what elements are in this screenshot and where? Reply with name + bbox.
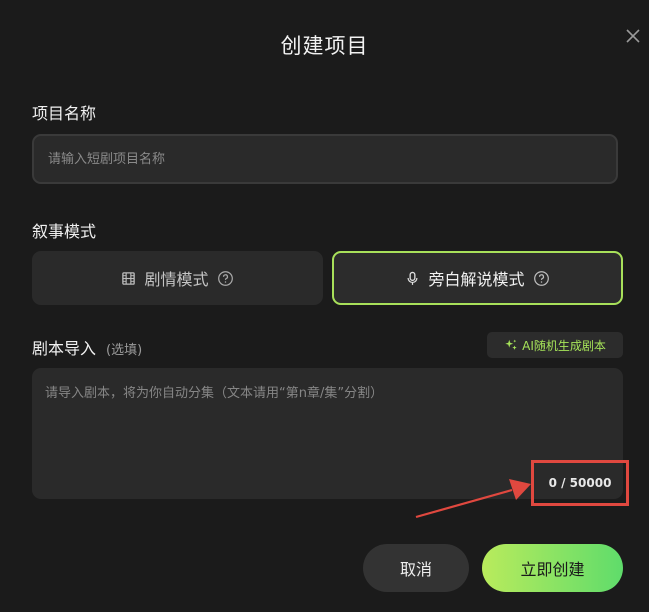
narration-mode-label: 旁白解说模式 [428,270,525,289]
help-circle-icon[interactable] [217,270,234,287]
project-name-label: 项目名称 [32,104,97,123]
sparkle-icon [504,338,518,352]
cancel-button[interactable]: 取消 [363,544,469,592]
dialog-title: 创建项目 [280,34,369,58]
microphone-icon [405,271,420,286]
annotation-arrow [415,479,531,519]
plot-mode-button[interactable]: 剧情模式 [32,251,323,305]
narration-mode-button[interactable]: 旁白解说模式 [332,251,623,305]
create-now-button[interactable]: 立即创建 [482,544,623,592]
project-name-input[interactable] [32,134,618,184]
create-project-dialog: 创建项目 项目名称 叙事模式 剧情模式 [0,0,649,612]
script-import-title: 剧本导入 [32,339,97,358]
character-counter-text: 0 / 50000 [548,476,612,490]
optional-label: (选填) [106,343,143,358]
character-counter: 0 / 50000 [531,460,629,506]
create-label: 立即创建 [520,560,585,579]
film-icon [121,271,136,286]
plot-mode-label: 剧情模式 [144,270,209,289]
ai-generate-script-button[interactable]: AI随机生成剧本 [487,332,623,358]
ai-generate-label: AI随机生成剧本 [522,338,606,353]
script-import-label: 剧本导入 (选填) [32,335,142,359]
help-circle-icon[interactable] [533,270,550,287]
cancel-label: 取消 [399,560,432,579]
narrative-mode-label: 叙事模式 [32,222,97,241]
close-icon[interactable] [621,24,645,48]
